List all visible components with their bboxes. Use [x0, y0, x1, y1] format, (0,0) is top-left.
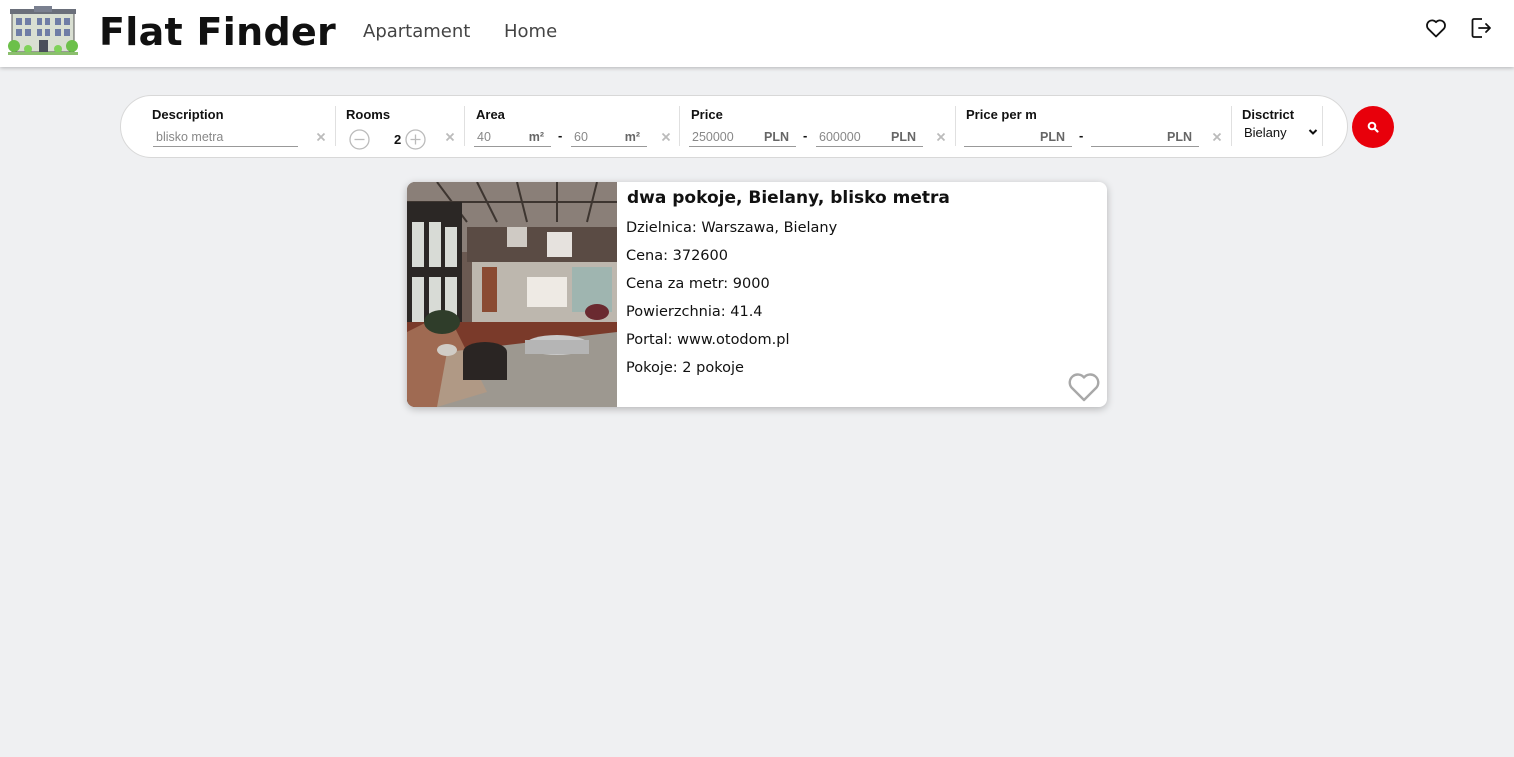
clear-area-icon[interactable]: [661, 132, 671, 142]
favorites-heart-icon[interactable]: [1424, 16, 1448, 40]
rooms-increase-icon[interactable]: [405, 129, 426, 150]
description-value: blisko metra: [156, 130, 224, 144]
price-min-unit: PLN: [764, 130, 789, 144]
area-max-value: 60: [574, 130, 588, 144]
clear-rooms-icon[interactable]: [445, 132, 455, 142]
clear-price-per-m-icon[interactable]: [1212, 132, 1222, 142]
price-per-m-max-input[interactable]: PLN: [1091, 128, 1199, 147]
price-per-m-max-unit: PLN: [1167, 130, 1192, 144]
chevron-down-icon: [1308, 129, 1318, 135]
nav-apartament[interactable]: Apartament: [363, 21, 470, 42]
area-min-input[interactable]: 40 m²: [474, 128, 551, 147]
clear-description-icon[interactable]: [316, 132, 326, 142]
price-label: Price: [691, 107, 723, 122]
price-max-unit: PLN: [891, 130, 916, 144]
listing-rooms: Pokoje: 2 pokoje: [626, 360, 744, 376]
search-icon: [1367, 121, 1379, 133]
listing-card[interactable]: dwa pokoje, Bielany, blisko metra Dzieln…: [407, 182, 1107, 407]
price-per-m-filter: Price per m PLN - PLN: [964, 106, 1228, 150]
listing-title[interactable]: dwa pokoje, Bielany, blisko metra: [627, 188, 950, 208]
district-select[interactable]: Bielany: [1244, 124, 1318, 142]
area-filter: Area 40 m² - 60 m²: [474, 106, 681, 150]
description-filter: Description blisko metra: [152, 106, 332, 150]
price-per-m-label: Price per m: [966, 107, 1037, 122]
price-max-value: 600000: [819, 130, 861, 144]
apartment-photo[interactable]: [407, 182, 617, 407]
range-dash: -: [1079, 128, 1084, 143]
listing-portal: Portal: www.otodom.pl: [626, 332, 790, 348]
listing-area: Powierzchnia: 41.4: [626, 304, 763, 320]
search-button[interactable]: [1352, 106, 1394, 148]
description-label: Description: [152, 107, 224, 122]
divider: [1231, 106, 1232, 146]
favorite-heart-icon[interactable]: [1067, 372, 1101, 402]
area-min-unit: m²: [528, 130, 544, 144]
building-logo-icon[interactable]: [8, 6, 78, 58]
divider: [955, 106, 956, 146]
price-per-m-min-input[interactable]: PLN: [964, 128, 1072, 147]
rooms-decrease-icon[interactable]: [349, 129, 370, 150]
area-max-unit: m²: [624, 130, 640, 144]
listing-district: Dzielnica: Warszawa, Bielany: [626, 220, 838, 236]
listing-price-per-m: Cena za metr: 9000: [626, 276, 770, 292]
price-max-input[interactable]: 600000 PLN: [816, 128, 923, 147]
area-label: Area: [476, 107, 505, 122]
description-input[interactable]: blisko metra: [153, 128, 298, 147]
area-max-input[interactable]: 60 m²: [571, 128, 647, 147]
divider: [335, 106, 336, 146]
divider: [464, 106, 465, 146]
price-per-m-min-unit: PLN: [1040, 130, 1065, 144]
price-min-value: 250000: [692, 130, 734, 144]
divider: [679, 106, 680, 146]
district-filter: Disctrict Bielany: [1242, 106, 1324, 150]
app-title: Flat Finder: [99, 10, 337, 54]
rooms-value: 2: [394, 132, 402, 147]
nav-home[interactable]: Home: [504, 21, 557, 42]
listing-price: Cena: 372600: [626, 248, 728, 264]
rooms-filter: Rooms 2: [346, 106, 466, 150]
area-min-value: 40: [477, 130, 491, 144]
district-label: Disctrict: [1242, 107, 1295, 122]
rooms-label: Rooms: [346, 107, 391, 122]
clear-price-icon[interactable]: [936, 132, 946, 142]
search-filter-bar: Description blisko metra Rooms 2 Area 40…: [120, 95, 1348, 158]
top-navbar: Flat Finder Apartament Home: [0, 0, 1514, 67]
range-dash: -: [558, 128, 563, 143]
logout-icon[interactable]: [1469, 16, 1493, 40]
district-value: Bielany: [1244, 125, 1287, 140]
price-filter: Price 250000 PLN - 600000 PLN: [689, 106, 951, 150]
range-dash: -: [803, 128, 808, 143]
price-min-input[interactable]: 250000 PLN: [689, 128, 796, 147]
divider: [1322, 106, 1323, 146]
